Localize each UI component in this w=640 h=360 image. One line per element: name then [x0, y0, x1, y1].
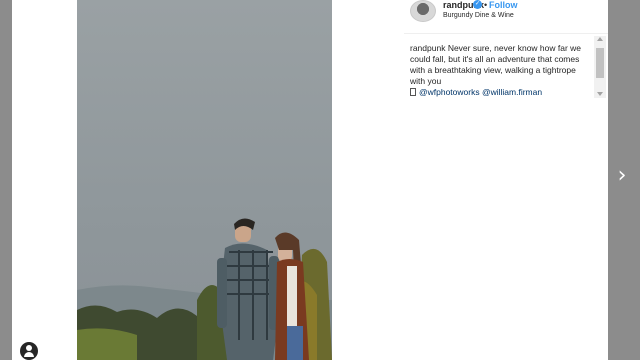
scroll-up-arrow-icon[interactable] — [597, 37, 603, 41]
emoji-glyph-icon — [410, 88, 416, 96]
scroll-down-arrow-icon[interactable] — [597, 92, 603, 96]
mention-link[interactable]: @william.firman — [482, 87, 542, 97]
chevron-right-icon[interactable]: › — [612, 162, 632, 190]
separator-dot: • — [484, 0, 488, 10]
verified-badge-icon: ✓ — [473, 0, 482, 9]
post-location[interactable]: Burgundy Dine & Wine — [443, 11, 514, 20]
photo-scene — [77, 218, 332, 360]
mention-link[interactable]: @wfphotoworks — [419, 87, 480, 97]
caption-scrollbar-thumb[interactable] — [596, 48, 604, 78]
follow-button[interactable]: Follow — [489, 0, 518, 10]
avatar[interactable] — [410, 0, 436, 22]
caption-username[interactable]: randpunk — [410, 43, 445, 53]
modal-overlay[interactable]: randpunk ✓ • Follow Burgundy Dine & Wine… — [0, 0, 640, 360]
profile-icon[interactable] — [20, 342, 38, 360]
post-photo[interactable] — [77, 0, 332, 360]
header-divider — [404, 33, 608, 34]
post-caption: randpunk Never sure, never know how far … — [410, 43, 592, 98]
